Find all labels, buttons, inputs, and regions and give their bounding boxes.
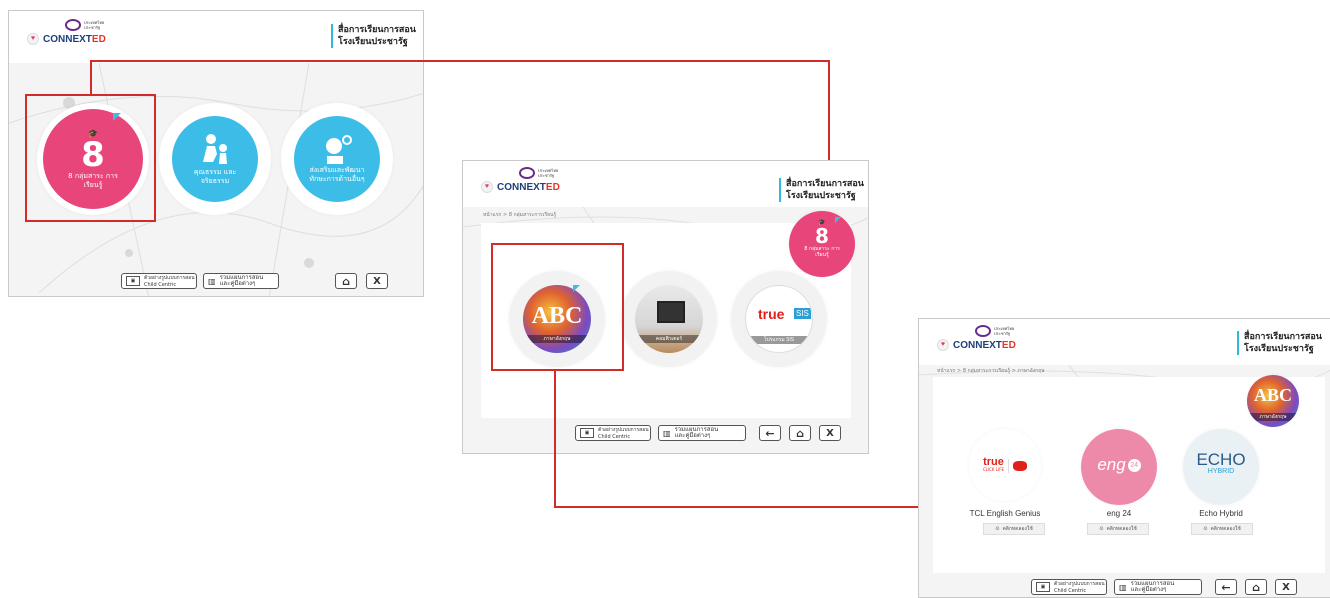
screen-english: ประเทศไทย ประชารัฐ ♥ CONNEXTED สื่อการเร… <box>918 318 1330 598</box>
connector-line <box>828 60 830 160</box>
breadcrumb[interactable]: หน้าแรก > 8 กลุ่มสาระการเรียนรู้ > ภาษาอ… <box>937 367 1045 375</box>
try-button[interactable]: ⊙ คลิกทดลองใช้ <box>983 523 1045 535</box>
books-icon: ▥ <box>208 276 216 286</box>
lesson-plans-button[interactable]: ▥ รวมแผนการสอน และคู่มือต่างๆ <box>1114 579 1202 595</box>
try-button[interactable]: ⊙ คลิกทดลองใช้ <box>1191 523 1253 535</box>
category-badge[interactable]: ABC ภาษาอังกฤษ <box>1247 375 1299 427</box>
close-icon: X <box>1282 581 1290 593</box>
logo: ประเทศไทย ประชารัฐ ♥ CONNEXTED <box>481 167 560 193</box>
subject-label: โปรแกรม SIS <box>746 336 812 344</box>
screen-icon: ▣ <box>1036 582 1050 592</box>
back-button[interactable]: ← <box>759 425 781 441</box>
subject-computer[interactable]: คอมพิวเตอร์ <box>621 271 717 367</box>
home-icon: ⌂ <box>796 426 804 440</box>
breadcrumb[interactable]: หน้าแรก > 8 กลุ่มสาระการเรียนรู้ <box>483 211 556 219</box>
logo: ประเทศไทย ประชารัฐ ♥ CONNEXTED <box>27 19 106 45</box>
skills-icon <box>326 135 352 164</box>
connector-line <box>554 506 918 508</box>
back-icon: ← <box>1221 580 1231 594</box>
close-button[interactable]: X <box>1275 579 1297 595</box>
logo: ประเทศไทย ประชารัฐ ♥ CONNEXTED <box>937 325 1016 351</box>
page-title: สื่อการเรียนการสอน โรงเรียนประชารัฐ <box>779 178 864 202</box>
play-icon: ⊙ <box>1203 526 1208 532</box>
logo-text-suffix: ED <box>91 33 106 45</box>
provider-echo-hybrid[interactable]: ECHO HYBRID <box>1183 429 1259 505</box>
monitor-icon <box>657 301 685 323</box>
menu-label: คุณธรรม และ จริยธรรม <box>193 168 237 185</box>
lesson-plans-button[interactable]: ▥ รวมแผนการสอน และคู่มือต่างๆ <box>203 273 279 289</box>
child-centric-button[interactable]: ▣ ตัวอย่างรูปแบบการสอน Child Centric <box>121 273 197 289</box>
highlight-box <box>25 94 156 222</box>
home-button[interactable]: ⌂ <box>789 425 811 441</box>
logo-text: CONNEXT <box>43 33 92 45</box>
books-icon: ▥ <box>663 428 671 438</box>
close-button[interactable]: X <box>819 425 841 441</box>
logo-small-text: ประชารัฐ <box>84 25 101 30</box>
tcl-logo: true CLICK LIFE <box>975 455 1035 477</box>
logo-ring-icon <box>519 167 535 179</box>
subject-sis[interactable]: true SIS โปรแกรม SIS <box>731 271 827 367</box>
badge-label: ภาษาอังกฤษ <box>1247 413 1299 421</box>
home-button[interactable]: ⌂ <box>1245 579 1267 595</box>
provider-name: Echo Hybrid <box>1199 509 1243 518</box>
connector-line <box>90 60 92 94</box>
back-icon: ← <box>765 426 775 440</box>
page-title: สื่อการเรียนการสอน โรงเรียนประชารัฐ <box>1237 331 1322 355</box>
logo-ring-icon <box>65 19 81 31</box>
heart-icon: ♥ <box>937 339 949 351</box>
screen-icon: ▣ <box>580 428 594 438</box>
provider-eng24[interactable]: eng 24 <box>1081 429 1157 505</box>
badge-label: 8 กลุ่มสาระ การเรียนรู้ <box>804 246 840 258</box>
back-button[interactable]: ← <box>1215 579 1237 595</box>
english-genius-icon <box>1013 461 1028 471</box>
try-button[interactable]: ⊙ คลิกทดลองใช้ <box>1087 523 1149 535</box>
sis-image: true SIS โปรแกรม SIS <box>745 285 813 353</box>
play-icon: ⊙ <box>995 526 1000 532</box>
lesson-plans-button[interactable]: ▥ รวมแผนการสอน และคู่มือต่างๆ <box>658 425 746 441</box>
highlight-box <box>491 243 624 371</box>
corner-flag-icon <box>835 217 841 223</box>
provider-name: eng 24 <box>1106 509 1132 518</box>
books-icon: ▥ <box>1119 582 1127 592</box>
connector-line <box>90 60 830 62</box>
teacher-child-icon <box>203 134 227 164</box>
play-icon: ⊙ <box>1099 526 1104 532</box>
close-button[interactable]: X <box>366 273 388 289</box>
child-centric-button[interactable]: ▣ ตัวอย่างรูปแบบการสอน Child Centric <box>1031 579 1107 595</box>
home-button[interactable]: ⌂ <box>335 273 357 289</box>
category-badge[interactable]: 🎓 8 8 กลุ่มสาระ การเรียนรู้ <box>789 211 855 277</box>
subject-label: คอมพิวเตอร์ <box>635 335 703 343</box>
menu-circle-morality[interactable]: คุณธรรม และ จริยธรรม <box>159 103 271 215</box>
page-title: สื่อการเรียนการสอน โรงเรียนประชารัฐ <box>331 24 416 48</box>
close-icon: X <box>373 275 381 287</box>
number-8-icon: 8 <box>815 224 829 248</box>
computer-image: คอมพิวเตอร์ <box>635 285 703 353</box>
logo-ring-icon <box>975 325 991 337</box>
close-icon: X <box>826 427 834 439</box>
heart-icon: ♥ <box>481 181 493 193</box>
child-centric-button[interactable]: ▣ ตัวอย่างรูปแบบการสอน Child Centric <box>575 425 651 441</box>
home-icon: ⌂ <box>342 274 350 288</box>
provider-name: TCL English Genius <box>969 509 1041 518</box>
menu-circle-skills[interactable]: ส่งเสริมและพัฒนา ทักษะการด้านอื่นๆ <box>281 103 393 215</box>
screen-icon: ▣ <box>126 276 140 286</box>
heart-icon: ♥ <box>27 33 39 45</box>
home-icon: ⌂ <box>1252 580 1260 594</box>
menu-label: ส่งเสริมและพัฒนา ทักษะการด้านอื่นๆ <box>309 166 365 183</box>
connector-line <box>554 371 556 508</box>
